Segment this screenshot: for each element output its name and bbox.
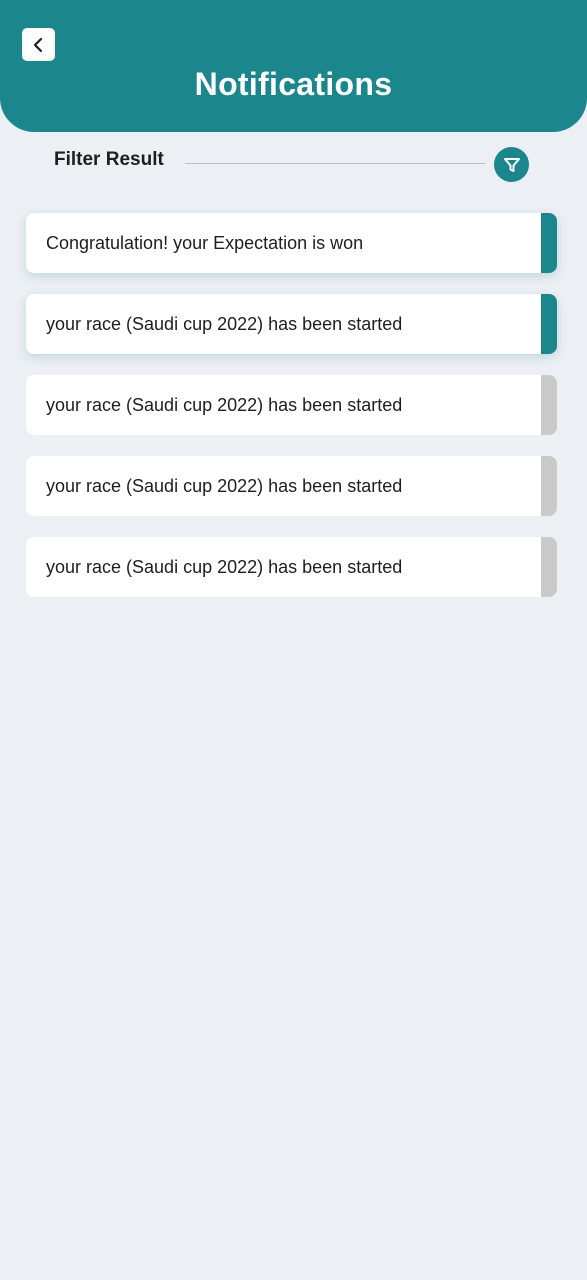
notification-text: your race (Saudi cup 2022) has been star… bbox=[46, 395, 403, 415]
filter-icon bbox=[503, 156, 521, 174]
notification-item[interactable]: your race (Saudi cup 2022) has been star… bbox=[26, 375, 557, 435]
header: Notifications bbox=[0, 0, 587, 132]
notification-status-indicator bbox=[541, 294, 557, 354]
back-button[interactable] bbox=[22, 28, 55, 61]
notification-text: your race (Saudi cup 2022) has been star… bbox=[46, 557, 403, 577]
filter-button[interactable] bbox=[494, 147, 529, 182]
divider bbox=[185, 163, 485, 164]
notification-text: your race (Saudi cup 2022) has been star… bbox=[46, 314, 403, 334]
notification-list: Congratulation! your Expectation is won … bbox=[26, 213, 557, 618]
notification-text: Congratulation! your Expectation is won bbox=[46, 233, 364, 253]
chevron-left-icon bbox=[32, 37, 46, 53]
notification-item[interactable]: Congratulation! your Expectation is won bbox=[26, 213, 557, 273]
page-title: Notifications bbox=[194, 66, 393, 102]
notification-item[interactable]: your race (Saudi cup 2022) has been star… bbox=[26, 537, 557, 597]
filter-label: Filter Result bbox=[54, 149, 164, 170]
notification-status-indicator bbox=[541, 537, 557, 597]
notification-item[interactable]: your race (Saudi cup 2022) has been star… bbox=[26, 456, 557, 516]
notification-status-indicator bbox=[541, 375, 557, 435]
filter-row: Filter Result bbox=[0, 144, 587, 184]
notification-text: your race (Saudi cup 2022) has been star… bbox=[46, 476, 403, 496]
notification-status-indicator bbox=[541, 456, 557, 516]
notification-item[interactable]: your race (Saudi cup 2022) has been star… bbox=[26, 294, 557, 354]
notifications-screen: Notifications Filter Result Congratulati… bbox=[0, 0, 587, 1280]
notification-status-indicator bbox=[541, 213, 557, 273]
